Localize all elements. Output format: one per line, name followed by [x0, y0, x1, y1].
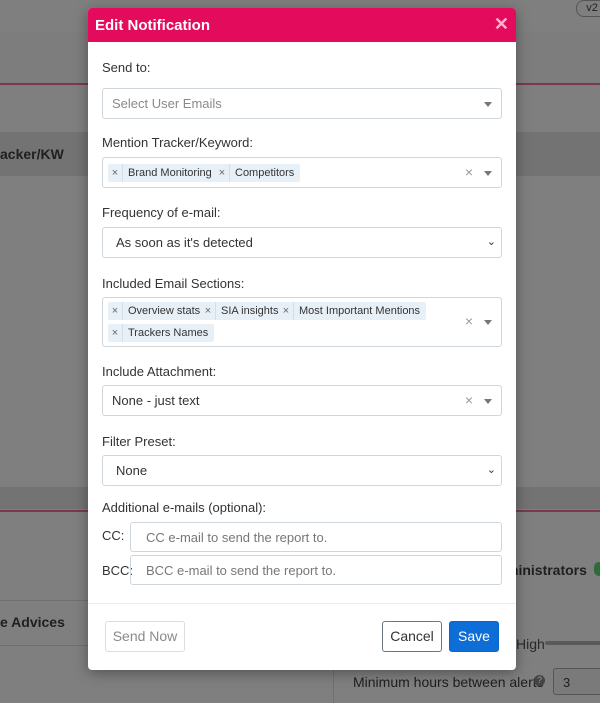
- tag-sia-insights: × SIA insights: [201, 302, 285, 320]
- attachment-value: None - just text: [112, 393, 200, 408]
- send-to-label: Send to:: [102, 60, 151, 75]
- save-button[interactable]: Save: [449, 621, 499, 652]
- slider-label: High: [516, 636, 545, 652]
- status-badge: [594, 562, 600, 576]
- frequency-value: As soon as it's detected: [116, 235, 253, 250]
- attachment-label: Include Attachment:: [102, 364, 217, 379]
- additional-label: Additional e-mails (optional):: [102, 500, 267, 515]
- sections-label: Included Email Sections:: [102, 276, 245, 291]
- version-badge: v2: [576, 0, 600, 17]
- level-slider[interactable]: [545, 641, 600, 645]
- chevron-down-icon: [484, 320, 492, 325]
- administrators-heading: ministrators: [506, 562, 587, 578]
- bcc-label: BCC:: [102, 563, 134, 578]
- tag-most-important-mentions: × Most Important Mentions: [279, 302, 427, 320]
- mention-select[interactable]: × Brand Monitoring × Competitors ×: [102, 157, 502, 188]
- tag-trackers-names: × Trackers Names: [108, 324, 215, 342]
- send-now-button[interactable]: Send Now: [105, 621, 185, 652]
- chevron-down-icon: [484, 102, 492, 107]
- remove-tag-icon[interactable]: ×: [108, 164, 123, 182]
- row-divider: [0, 600, 88, 601]
- cancel-button[interactable]: Cancel: [382, 621, 442, 652]
- advices-heading: e Advices: [0, 614, 65, 630]
- bcc-field[interactable]: BCC e-mail to send the report to.: [130, 555, 502, 585]
- chevron-down-icon: [484, 171, 492, 176]
- sections-select[interactable]: × Overview stats × SIA insights × Most Impo…: [102, 297, 502, 347]
- close-icon[interactable]: ✕: [494, 14, 509, 35]
- filter-value: None: [116, 463, 148, 478]
- frequency-label: Frequency of e-mail:: [102, 205, 221, 220]
- send-to-select[interactable]: Select User Emails: [102, 88, 502, 119]
- filter-select[interactable]: None ⌄: [102, 455, 502, 486]
- frequency-select[interactable]: As soon as it's detected ⌄: [102, 227, 502, 258]
- send-to-placeholder: Select User Emails: [112, 96, 222, 111]
- modal-header: Edit Notification ✕: [88, 8, 516, 42]
- clear-icon[interactable]: ×: [465, 392, 473, 408]
- tag-brand-monitoring: × Brand Monitoring: [108, 164, 218, 182]
- cc-label: CC:: [102, 528, 125, 543]
- modal-title: Edit Notification: [95, 17, 210, 34]
- footer-divider: [88, 603, 516, 604]
- clear-icon[interactable]: ×: [465, 164, 473, 180]
- chevron-down-icon: ⌄: [486, 236, 496, 248]
- min-hours-label: Minimum hours between alerts: [353, 674, 544, 690]
- remove-tag-icon[interactable]: ×: [108, 324, 123, 342]
- mention-label: Mention Tracker/Keyword:: [102, 135, 254, 150]
- clear-icon[interactable]: ×: [465, 313, 473, 329]
- remove-tag-icon[interactable]: ×: [279, 302, 294, 320]
- filter-label: Filter Preset:: [102, 434, 176, 449]
- chevron-down-icon: [484, 399, 492, 404]
- cc-field[interactable]: CC e-mail to send the report to.: [130, 522, 502, 552]
- remove-tag-icon[interactable]: ×: [215, 164, 230, 182]
- chevron-down-icon: ⌄: [486, 464, 496, 476]
- min-hours-input[interactable]: 3: [553, 668, 600, 695]
- row-divider: [0, 645, 88, 646]
- kw-header-text: acker/KW: [0, 146, 64, 162]
- cc-placeholder: CC e-mail to send the report to.: [146, 530, 328, 545]
- help-icon[interactable]: ?: [534, 675, 545, 686]
- edit-notification-modal: Edit Notification ✕ Send to: Select User…: [88, 8, 516, 670]
- remove-tag-icon[interactable]: ×: [108, 302, 123, 320]
- bcc-placeholder: BCC e-mail to send the report to.: [146, 563, 337, 578]
- tag-overview-stats: × Overview stats: [108, 302, 207, 320]
- remove-tag-icon[interactable]: ×: [201, 302, 216, 320]
- attachment-select[interactable]: None - just text ×: [102, 385, 502, 416]
- tag-competitors: × Competitors: [215, 164, 301, 182]
